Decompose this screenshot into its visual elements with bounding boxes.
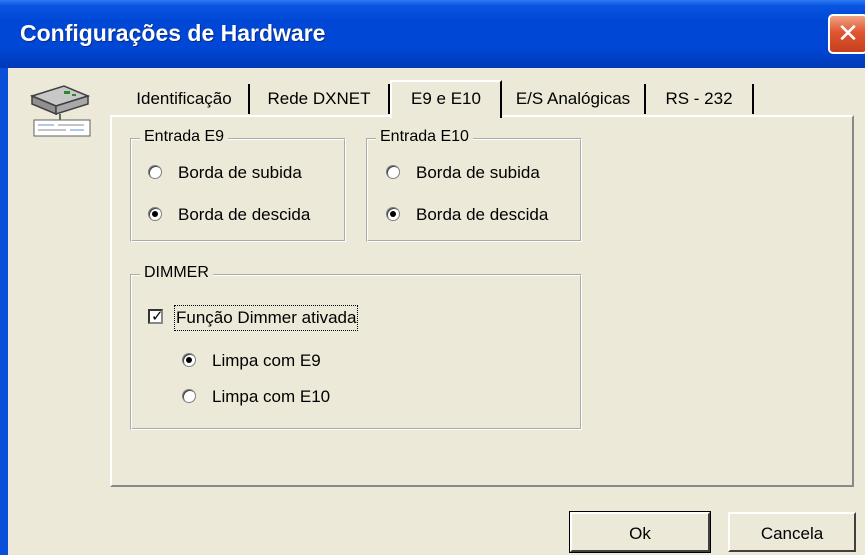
radio-button[interactable] bbox=[148, 165, 162, 179]
radio-label: Borda de descida bbox=[416, 205, 549, 224]
radio-button[interactable] bbox=[182, 389, 196, 403]
group-legend: Entrada E10 bbox=[376, 128, 473, 146]
hardware-device-icon bbox=[26, 82, 94, 138]
cancel-button[interactable]: Cancela bbox=[728, 512, 856, 552]
close-icon: ✕ bbox=[837, 18, 859, 48]
window-title: Configurações de Hardware bbox=[20, 20, 326, 46]
group-dimmer: DIMMER bbox=[130, 264, 582, 430]
tab-label: E9 e E10 bbox=[411, 89, 481, 108]
radio-label: Borda de descida bbox=[178, 205, 311, 224]
checkbox[interactable]: ✓ bbox=[148, 308, 164, 325]
radio-button[interactable] bbox=[386, 207, 400, 221]
dialog-window: Configurações de Hardware ✕ Identificaçã… bbox=[0, 0, 865, 555]
window-left-border bbox=[0, 68, 8, 555]
tab-e9-e10[interactable]: E9 e E10 bbox=[390, 80, 502, 118]
radio-button[interactable] bbox=[386, 165, 400, 179]
tab-label: Identificação bbox=[136, 89, 232, 108]
ok-label: Ok bbox=[629, 524, 651, 543]
tab-identificacao[interactable]: Identificação bbox=[120, 84, 250, 114]
tab-label: E/S Analógicas bbox=[515, 89, 631, 108]
radio-label: Borda de subida bbox=[416, 163, 540, 182]
radio-button[interactable] bbox=[182, 353, 196, 367]
cancel-label: Cancela bbox=[760, 524, 824, 543]
radio-label: Limpa com E10 bbox=[212, 387, 331, 406]
radio-label: Limpa com E9 bbox=[212, 351, 321, 370]
group-legend: DIMMER bbox=[140, 264, 213, 282]
title-bar[interactable]: Configurações de Hardware ✕ bbox=[0, 0, 865, 68]
tab-rede-dxnet[interactable]: Rede DXNET bbox=[250, 84, 390, 114]
group-legend: Entrada E9 bbox=[140, 128, 229, 146]
group-entrada-e10: Entrada E10 bbox=[366, 128, 582, 242]
tab-label: Rede DXNET bbox=[267, 89, 371, 108]
group-entrada-e9: Entrada E9 bbox=[130, 128, 346, 242]
tab-es-analogicas[interactable]: E/S Analógicas bbox=[502, 84, 646, 114]
checkmark-icon: ✓ bbox=[151, 308, 164, 325]
tab-label: RS - 232 bbox=[665, 89, 733, 108]
close-button[interactable]: ✕ bbox=[828, 14, 865, 54]
radio-button[interactable] bbox=[148, 207, 162, 221]
radio-label: Borda de subida bbox=[178, 163, 302, 182]
checkbox-label: Função Dimmer ativada bbox=[173, 305, 359, 331]
ok-button[interactable]: Ok bbox=[569, 511, 711, 553]
tab-rs232[interactable]: RS - 232 bbox=[646, 84, 754, 114]
